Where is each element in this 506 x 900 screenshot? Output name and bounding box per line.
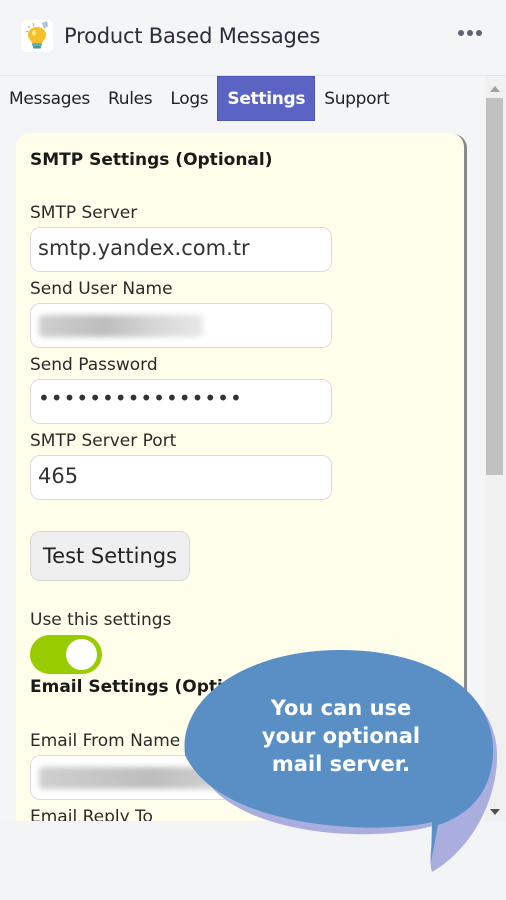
tab-support[interactable]: Support xyxy=(315,76,398,121)
scrollbar-thumb[interactable] xyxy=(486,98,503,475)
from-name-label: Email From Name xyxy=(30,731,181,751)
password-label: Send Password xyxy=(30,355,158,375)
tab-messages[interactable]: Messages xyxy=(0,76,99,121)
password-input[interactable]: •••••••••••••••• xyxy=(30,379,332,424)
redacted-value xyxy=(39,767,319,789)
app-header: Product Based Messages xyxy=(0,0,506,76)
smtp-server-input[interactable]: smtp.yandex.com.tr xyxy=(30,227,332,272)
settings-panel: SMTP Settings (Optional) SMTP Server smt… xyxy=(16,133,464,821)
vertical-scrollbar[interactable] xyxy=(485,76,506,821)
from-name-input[interactable] xyxy=(30,755,332,800)
redacted-value xyxy=(39,315,203,337)
test-settings-button[interactable]: Test Settings xyxy=(30,531,190,581)
port-label: SMTP Server Port xyxy=(30,431,177,451)
port-input[interactable]: 465 xyxy=(30,455,332,500)
username-input[interactable] xyxy=(30,303,332,348)
tab-bar: Messages Rules Logs Settings Support xyxy=(0,76,485,121)
scroll-down-arrow-icon[interactable] xyxy=(490,809,500,815)
username-label: Send User Name xyxy=(30,279,173,299)
toggle-knob xyxy=(66,639,97,670)
smtp-section-title: SMTP Settings (Optional) xyxy=(30,150,273,170)
email-section-title: Email Settings (Optional) xyxy=(30,677,272,697)
scroll-up-arrow-icon[interactable] xyxy=(490,86,500,92)
more-horizontal-icon[interactable] xyxy=(458,30,482,36)
smtp-server-label: SMTP Server xyxy=(30,203,138,223)
tab-settings[interactable]: Settings xyxy=(217,76,316,121)
settings-scroll-area: SMTP Settings (Optional) SMTP Server smt… xyxy=(0,121,485,821)
lightbulb-icon xyxy=(21,20,53,52)
use-settings-label: Use this settings xyxy=(30,610,172,630)
app-title: Product Based Messages xyxy=(64,24,321,48)
tab-logs[interactable]: Logs xyxy=(161,76,217,121)
reply-to-label: Email Reply To xyxy=(30,807,153,821)
use-settings-toggle[interactable] xyxy=(30,635,102,674)
tab-rules[interactable]: Rules xyxy=(99,76,161,121)
